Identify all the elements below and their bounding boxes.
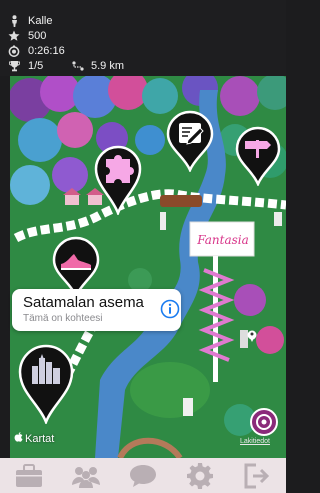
team-icon bbox=[71, 466, 100, 488]
marker-signpost[interactable] bbox=[235, 126, 281, 191]
pencil-edit-icon bbox=[179, 123, 204, 145]
tab-team[interactable] bbox=[66, 461, 106, 491]
locate-me-button[interactable] bbox=[249, 407, 279, 442]
stats-header: Kalle 500 0:26:16 1/5 5.9 km bbox=[0, 0, 286, 76]
tab-logout[interactable] bbox=[237, 461, 277, 491]
target-icon bbox=[250, 408, 278, 436]
progress-count: 1/5 bbox=[28, 60, 44, 72]
tab-chat[interactable] bbox=[123, 461, 163, 491]
puzzle-piece-icon bbox=[106, 155, 134, 183]
score-row: 500 bbox=[0, 28, 46, 44]
distance-value: 5.9 km bbox=[91, 60, 125, 72]
chat-icon bbox=[129, 464, 156, 487]
fantasia-sign-text: Fantasia bbox=[197, 233, 249, 247]
bottom-tab-bar bbox=[0, 458, 286, 493]
destination-callout[interactable]: Satamalan asema Tämä on kohteesi bbox=[12, 289, 181, 331]
distance-icon bbox=[71, 61, 85, 71]
marker-puzzle[interactable] bbox=[94, 143, 142, 220]
time-row: 0:26:16 bbox=[0, 43, 65, 59]
briefcase-icon bbox=[15, 463, 42, 487]
star-icon bbox=[7, 30, 21, 42]
logout-icon bbox=[244, 463, 270, 488]
marker-pencil[interactable] bbox=[166, 110, 214, 177]
trophy-icon bbox=[7, 60, 21, 72]
callout-subtitle: Tämä on kohteesi bbox=[23, 313, 103, 324]
tab-briefcase[interactable] bbox=[9, 461, 49, 491]
maps-attribution[interactable]: Kartat bbox=[14, 432, 54, 445]
player-location-icon bbox=[247, 329, 257, 347]
tab-settings[interactable] bbox=[180, 461, 220, 491]
stopwatch-icon bbox=[7, 45, 21, 57]
map-view[interactable]: Fantasia bbox=[10, 76, 286, 458]
info-icon bbox=[160, 299, 180, 319]
callout-title: Satamalan asema bbox=[23, 294, 144, 311]
person-icon bbox=[7, 15, 21, 27]
score-value: 500 bbox=[28, 30, 47, 42]
marker-city-destination[interactable] bbox=[18, 344, 74, 429]
elapsed-time: 0:26:16 bbox=[28, 45, 65, 57]
info-button[interactable] bbox=[160, 299, 180, 324]
legal-link[interactable]: Lakitiedot bbox=[240, 438, 270, 445]
player-name: Kalle bbox=[28, 15, 53, 27]
settings-gear-icon bbox=[187, 462, 214, 489]
player-row: Kalle bbox=[0, 13, 52, 29]
progress-row: 1/5 5.9 km bbox=[0, 58, 124, 74]
maps-attribution-label: Kartat bbox=[25, 432, 55, 445]
apple-logo-icon bbox=[14, 432, 23, 445]
